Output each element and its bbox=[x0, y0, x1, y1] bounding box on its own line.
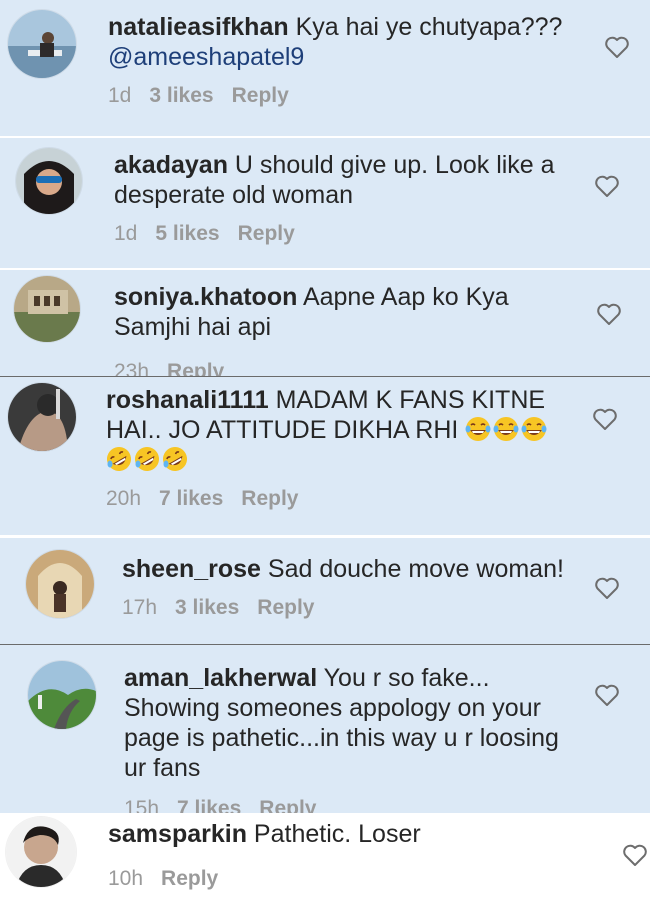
likes-count[interactable]: 3 likes bbox=[175, 596, 239, 619]
avatar[interactable] bbox=[28, 661, 96, 729]
reply-button[interactable]: Reply bbox=[259, 797, 316, 813]
comment-item: akadayan U should give up. Look like a d… bbox=[0, 138, 650, 268]
likes-count[interactable]: 3 likes bbox=[149, 84, 213, 107]
like-heart-icon[interactable] bbox=[596, 302, 622, 326]
avatar[interactable] bbox=[26, 550, 94, 618]
comment-username[interactable]: natalieasifkhan bbox=[108, 13, 289, 41]
comment-username[interactable]: samsparkin bbox=[108, 820, 247, 848]
likes-count[interactable]: 7 likes bbox=[177, 797, 241, 813]
avatar[interactable] bbox=[6, 817, 76, 887]
comment-time: 10h bbox=[108, 867, 144, 890]
avatar[interactable] bbox=[16, 148, 82, 214]
comment-username[interactable]: roshanali1111 bbox=[106, 386, 269, 414]
like-heart-icon[interactable] bbox=[604, 35, 630, 59]
reply-button[interactable]: Reply bbox=[161, 867, 218, 890]
reply-button[interactable]: Reply bbox=[232, 84, 289, 107]
comment-time: 17h bbox=[122, 596, 158, 619]
avatar[interactable] bbox=[14, 276, 80, 342]
avatar[interactable] bbox=[8, 10, 76, 78]
grinning-tears-emoji bbox=[493, 416, 519, 442]
comment-username[interactable]: sheen_rose bbox=[122, 555, 261, 583]
reply-button[interactable]: Reply bbox=[167, 360, 224, 376]
comment-item: natalieasifkhan Kya hai ye chutyapa??? @a… bbox=[0, 0, 650, 136]
grinning-tears-emoji bbox=[521, 416, 547, 442]
comment-text: Sad douche move woman! bbox=[267, 555, 564, 583]
reply-button[interactable]: Reply bbox=[241, 487, 298, 510]
comment-time: 1d bbox=[108, 84, 132, 107]
comment-item: samsparkin Pathetic. Loser 10h Reply bbox=[0, 813, 650, 900]
reply-button[interactable]: Reply bbox=[257, 596, 314, 619]
like-heart-icon[interactable] bbox=[594, 683, 620, 707]
avatar[interactable] bbox=[8, 383, 76, 451]
comment-username[interactable]: soniya.khatoon bbox=[114, 283, 297, 311]
reply-button[interactable]: Reply bbox=[238, 222, 295, 245]
comment-text: Kya hai ye chutyapa??? bbox=[295, 13, 563, 41]
likes-count[interactable]: 7 likes bbox=[159, 487, 223, 510]
comment-item: aman_lakherwal You r so fake... Showing … bbox=[0, 645, 650, 813]
comment-username[interactable]: akadayan bbox=[114, 151, 228, 179]
grinning-tears-emoji bbox=[465, 416, 491, 442]
comment-text: Pathetic. Loser bbox=[253, 820, 421, 848]
comment-time: 15h bbox=[124, 797, 160, 813]
comment-time: 23h bbox=[114, 360, 150, 376]
like-heart-icon[interactable] bbox=[622, 843, 648, 867]
rofl-emoji bbox=[162, 446, 188, 472]
like-heart-icon[interactable] bbox=[594, 174, 620, 198]
likes-count[interactable]: 5 likes bbox=[155, 222, 219, 245]
comment-time: 20h bbox=[106, 487, 142, 510]
rofl-emoji bbox=[134, 446, 160, 472]
comment-item: sheen_rose Sad douche move woman! 17h 3 l… bbox=[0, 538, 650, 644]
comment-username[interactable]: aman_lakherwal bbox=[124, 664, 317, 692]
like-heart-icon[interactable] bbox=[592, 407, 618, 431]
comment-item: roshanali1111 MADAM K FANS KITNE HAI.. J… bbox=[0, 377, 650, 535]
rofl-emoji bbox=[106, 446, 132, 472]
comment-item: soniya.khatoon Aapne Aap ko Kya Samjhi h… bbox=[0, 270, 650, 376]
mention-link[interactable]: @ameeshapatel9 bbox=[108, 43, 304, 71]
like-heart-icon[interactable] bbox=[594, 576, 620, 600]
comment-time: 1d bbox=[114, 222, 138, 245]
